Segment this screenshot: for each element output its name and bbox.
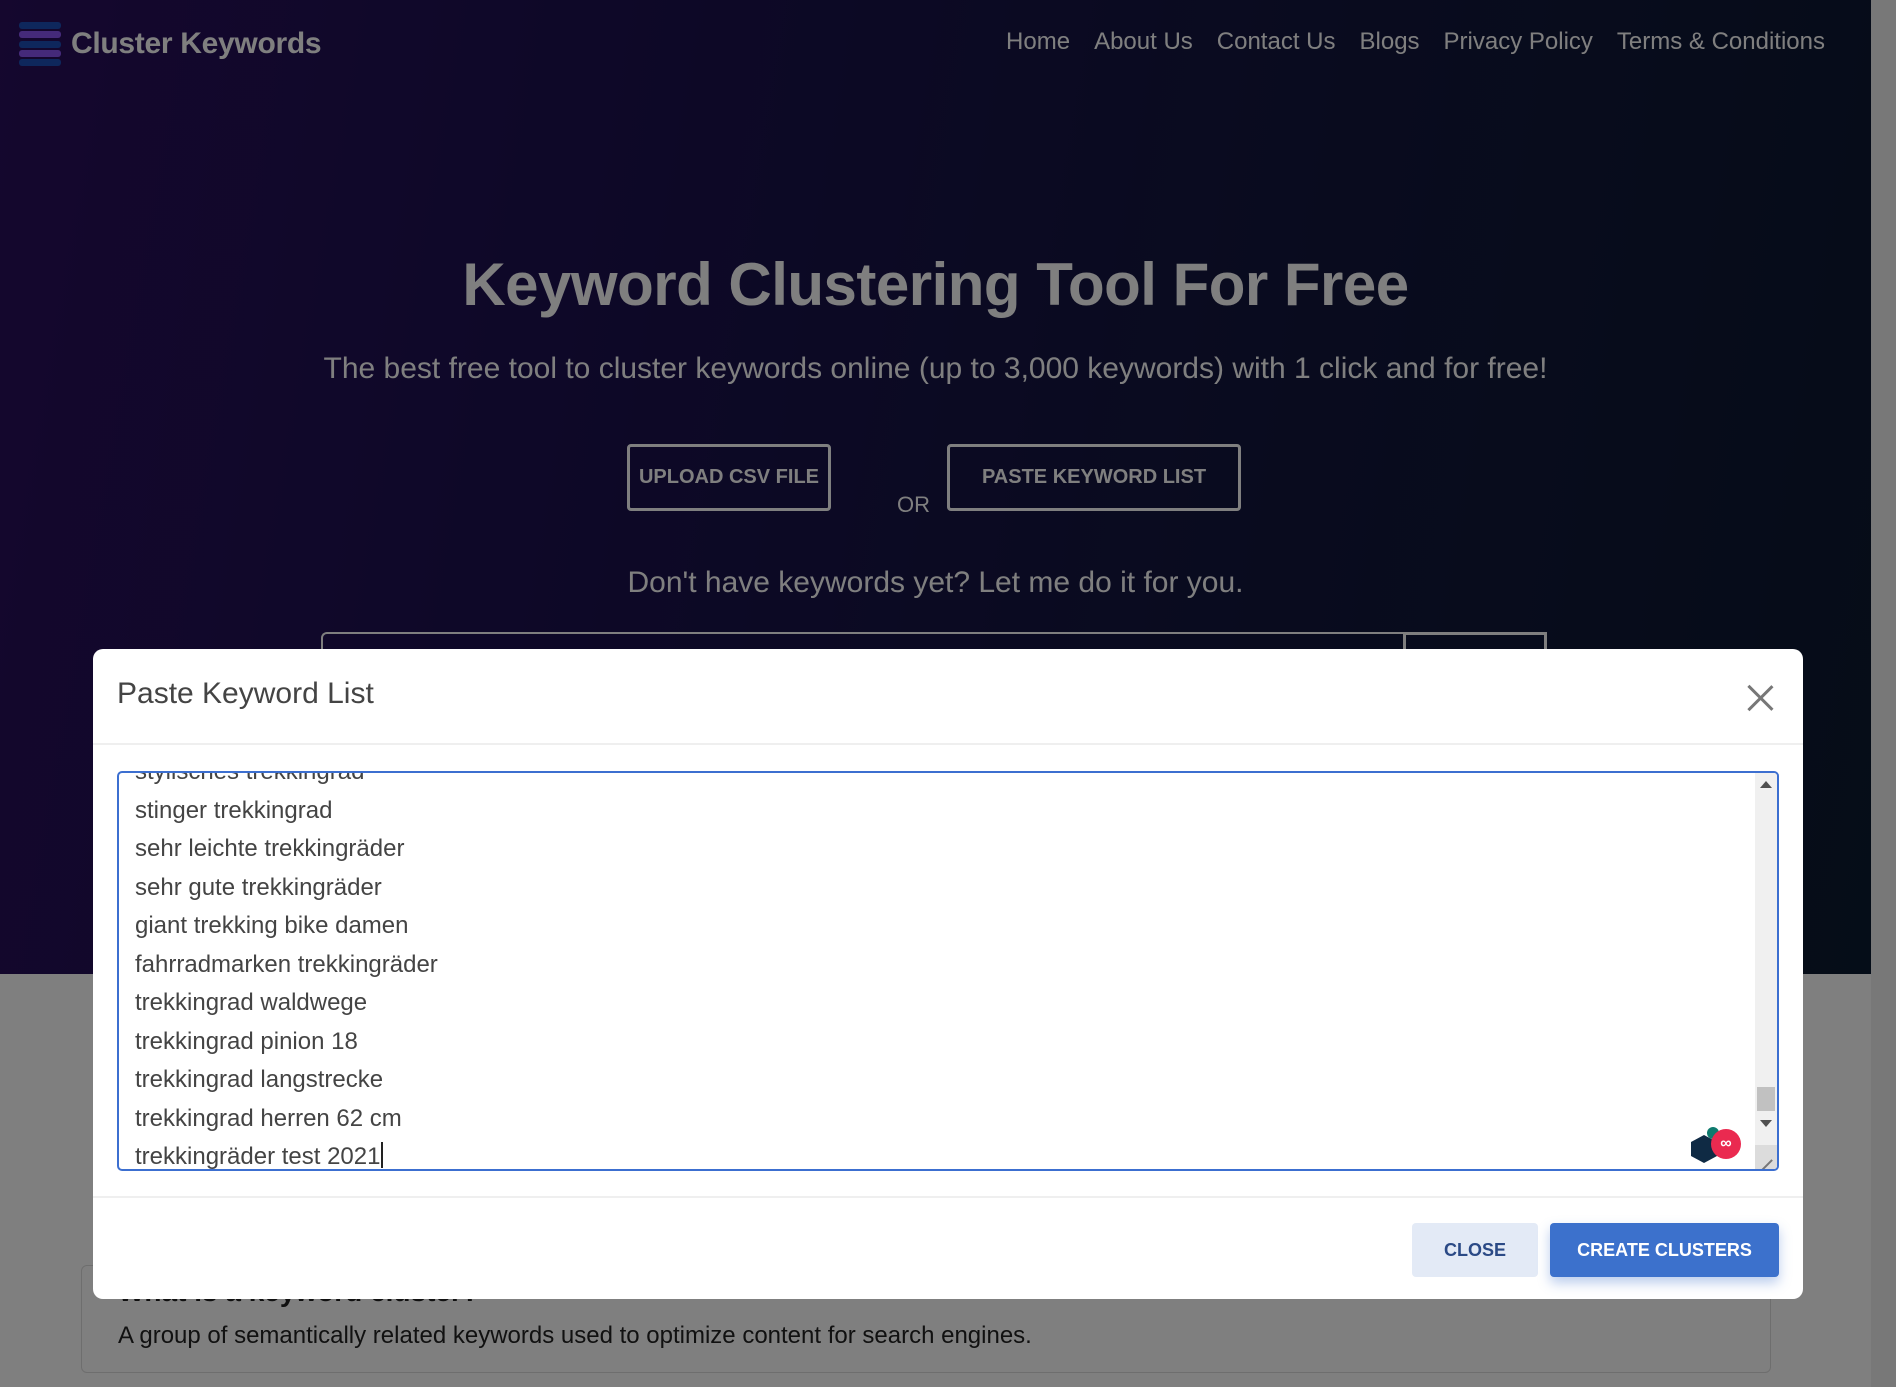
keyword-line: stinger trekkingrad [135, 796, 333, 824]
keyword-line: trekkingrad pinion 18 [135, 1027, 358, 1055]
keyword-line: sehr leichte trekkingräder [135, 835, 405, 862]
keyword-line: trekkingrad herren 62 cm [135, 1104, 402, 1132]
keyword-line: trekkingrad langstrecke [135, 1066, 384, 1093]
keyword-line-last: trekkingräder test 2021 [135, 1138, 1747, 1170]
scroll-up-arrow-icon[interactable] [1760, 781, 1772, 788]
keyword-line: giant trekking bike damen [135, 912, 409, 939]
modal-header: Paste Keyword List [93, 649, 1803, 745]
keyword-line: stylisches trekkingrad [135, 771, 365, 785]
modal-footer: CLOSE CREATE CLUSTERS [93, 1196, 1803, 1299]
keyword-line-text: trekkingräder test 2021 [135, 1143, 381, 1170]
keyword-textarea[interactable]: stylisches trekkingrad stinger trekkingr… [117, 771, 1779, 1171]
keyword-lines: stylisches trekkingrad stinger trekkingr… [135, 771, 1747, 1170]
modal-title: Paste Keyword List [117, 677, 374, 710]
keyword-line: fahrradmarken trekkingräder [135, 950, 438, 978]
infinity-icon: ∞ [1711, 1129, 1741, 1159]
keyword-line: trekkingrad waldwege [135, 989, 368, 1016]
keyword-line: sehr gute trekkingräder [135, 873, 382, 901]
close-icon[interactable] [1745, 683, 1775, 713]
scrollbar-thumb[interactable] [1757, 1087, 1775, 1111]
text-caret [381, 1142, 383, 1168]
scroll-down-arrow-icon[interactable] [1760, 1120, 1772, 1127]
paste-keyword-modal: Paste Keyword List stylisches trekkingra… [93, 649, 1803, 1299]
create-clusters-button[interactable]: CREATE CLUSTERS [1550, 1223, 1779, 1277]
textarea-scrollbar[interactable] [1755, 773, 1777, 1169]
close-button[interactable]: CLOSE [1412, 1223, 1538, 1277]
browser-extension-widget[interactable]: ∞ [1691, 1123, 1743, 1163]
resize-handle-icon[interactable] [1755, 1145, 1777, 1169]
